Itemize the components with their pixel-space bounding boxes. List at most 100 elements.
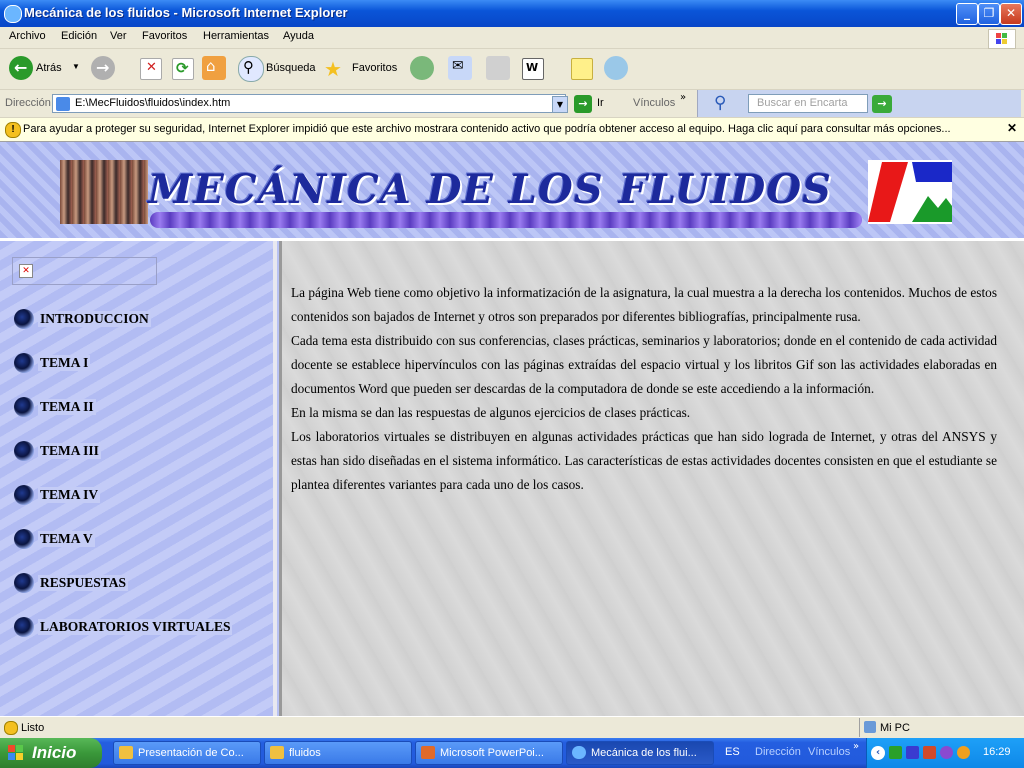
- maximize-button[interactable]: ❐: [978, 3, 1000, 25]
- ie-logo-icon: [4, 5, 22, 23]
- back-dropdown-icon[interactable]: ▼: [72, 62, 80, 71]
- content-text: La página Web tiene como objetivo la inf…: [291, 281, 997, 497]
- go-arrow-icon[interactable]: →: [574, 95, 592, 113]
- content-paragraph: Cada tema esta distribuido con sus confe…: [291, 333, 997, 396]
- task-label[interactable]: Presentación de Co...: [138, 747, 244, 759]
- task-label[interactable]: fluidos: [289, 747, 321, 759]
- security-info-text[interactable]: Para ayudar a proteger su seguridad, Int…: [23, 123, 951, 135]
- back-arrow-icon[interactable]: ←: [9, 56, 33, 80]
- address-label: Dirección: [5, 97, 51, 109]
- encarta-search-input[interactable]: Buscar en Encarta: [748, 94, 868, 113]
- mail-icon[interactable]: ✉: [448, 56, 472, 80]
- tray-antivirus-icon[interactable]: [940, 746, 953, 759]
- university-logo-icon: [868, 160, 952, 224]
- nav-bullet-icon: [14, 397, 34, 417]
- language-indicator[interactable]: ES: [725, 746, 740, 758]
- folder-icon: [119, 746, 133, 759]
- task-label[interactable]: Mecánica de los flui...: [591, 747, 697, 759]
- tray-device-icon[interactable]: [906, 746, 919, 759]
- nav-bullet-icon: [14, 309, 34, 329]
- nav-bullet-icon: [14, 353, 34, 373]
- clock: 16:29: [983, 746, 1011, 758]
- ie-icon: [572, 746, 586, 759]
- start-button[interactable]: Inicio: [0, 738, 102, 768]
- start-label[interactable]: Inicio: [32, 743, 76, 763]
- nav-label[interactable]: LABORATORIOS VIRTUALES: [38, 619, 233, 635]
- taskbar-links-label[interactable]: Vínculos: [808, 746, 850, 758]
- toolbar: ← Atrás ▼ → ✕ ⟳ ⌂ ⚲ Búsqueda ★ Favoritos…: [0, 49, 1024, 90]
- home-icon[interactable]: ⌂: [202, 56, 226, 80]
- menu-bar: Archivo Edición Ver Favoritos Herramient…: [0, 27, 1024, 49]
- tray-network-icon[interactable]: [889, 746, 902, 759]
- nav-label[interactable]: TEMA I: [38, 355, 91, 371]
- menu-favoritos[interactable]: Favoritos: [142, 30, 187, 42]
- stop-icon[interactable]: ✕: [140, 58, 162, 80]
- security-info-bar[interactable]: ! Para ayudar a proteger su seguridad, I…: [0, 118, 1024, 142]
- taskbar-address-label[interactable]: Dirección: [755, 746, 801, 758]
- nav-label[interactable]: TEMA III: [38, 443, 101, 459]
- links-chevron-icon[interactable]: »: [680, 92, 686, 103]
- menu-edicion[interactable]: Edición: [61, 30, 97, 42]
- menu-herramientas[interactable]: Herramientas: [203, 30, 269, 42]
- close-info-bar-icon[interactable]: ✕: [1007, 121, 1017, 135]
- windows-flag-icon: [8, 745, 24, 761]
- forward-arrow-icon[interactable]: →: [91, 56, 115, 80]
- encarta-go-icon[interactable]: →: [872, 95, 892, 113]
- messenger-icon[interactable]: [604, 56, 628, 80]
- tray-expand-icon[interactable]: ‹: [871, 746, 885, 760]
- system-tray: ‹ 16:29: [866, 738, 1024, 768]
- task-fluidos[interactable]: fluidos: [264, 741, 412, 765]
- taskbar: Inicio Presentación de Co... fluidos Mic…: [0, 738, 1024, 768]
- task-label[interactable]: Microsoft PowerPoi...: [440, 747, 544, 759]
- magnifier-icon[interactable]: ⚲: [714, 93, 726, 113]
- nav-label[interactable]: TEMA IV: [38, 487, 101, 503]
- content-paragraph: En la misma se dan las respuestas de alg…: [291, 405, 691, 420]
- address-dropdown-icon[interactable]: ▼: [552, 96, 568, 113]
- nav-bullet-icon: [14, 617, 34, 637]
- nav-label[interactable]: TEMA V: [38, 531, 95, 547]
- back-button-label[interactable]: Atrás: [36, 62, 62, 74]
- tray-security-icon[interactable]: [923, 746, 936, 759]
- nav-label[interactable]: TEMA II: [38, 399, 96, 415]
- print-icon[interactable]: [486, 56, 510, 80]
- windows-logo-icon: [988, 29, 1016, 49]
- favorites-button-label[interactable]: Favoritos: [352, 62, 397, 74]
- note-icon[interactable]: [571, 58, 593, 80]
- task-presentacion[interactable]: Presentación de Co...: [113, 741, 261, 765]
- nav-bullet-icon: [14, 529, 34, 549]
- tray-messenger-icon[interactable]: [957, 746, 970, 759]
- status-shield-icon: [4, 721, 18, 735]
- task-mecanica[interactable]: Mecánica de los flui...: [566, 741, 714, 765]
- shield-warning-icon: !: [5, 122, 21, 138]
- search-button-label[interactable]: Búsqueda: [266, 62, 316, 74]
- nav-bullet-icon: [14, 441, 34, 461]
- window-title: Mecánica de los fluidos - Microsoft Inte…: [24, 5, 348, 20]
- history-icon[interactable]: [410, 56, 434, 80]
- content-frame: La página Web tiene como objetivo la inf…: [279, 241, 1024, 716]
- menu-ayuda[interactable]: Ayuda: [283, 30, 314, 42]
- task-powerpoint[interactable]: Microsoft PowerPoi...: [415, 741, 563, 765]
- close-button[interactable]: ✕: [1000, 3, 1022, 25]
- banner-arrow-strip: [150, 212, 862, 228]
- title-bar[interactable]: Mecánica de los fluidos - Microsoft Inte…: [0, 0, 1024, 27]
- web-page: MECÁNICA DE LOS FLUIDOS ✕ INTRODUCCION T…: [0, 142, 1024, 716]
- status-text: Listo: [21, 722, 45, 734]
- links-label[interactable]: Vínculos: [633, 97, 675, 109]
- menu-ver[interactable]: Ver: [110, 30, 127, 42]
- edit-word-icon[interactable]: W: [522, 58, 544, 80]
- minimize-button[interactable]: _: [956, 3, 978, 25]
- taskbar-chevron-icon[interactable]: »: [853, 741, 859, 752]
- banner-title: MECÁNICA DE LOS FLUIDOS: [148, 166, 832, 213]
- favorites-star-icon[interactable]: ★: [324, 57, 342, 82]
- search-icon[interactable]: ⚲: [238, 56, 264, 82]
- nav-label[interactable]: INTRODUCCION: [38, 311, 151, 327]
- broken-image: ✕: [12, 257, 157, 285]
- nav-label[interactable]: RESPUESTAS: [38, 575, 129, 591]
- content-paragraph: La página Web tiene como objetivo la inf…: [291, 285, 997, 324]
- nav-bullet-icon: [14, 485, 34, 505]
- address-input[interactable]: E:\MecFluidos\fluidos\index.htm: [52, 94, 566, 113]
- powerpoint-icon: [421, 746, 435, 759]
- menu-archivo[interactable]: Archivo: [9, 30, 46, 42]
- refresh-icon[interactable]: ⟳: [172, 58, 194, 80]
- go-button-label[interactable]: Ir: [597, 97, 604, 109]
